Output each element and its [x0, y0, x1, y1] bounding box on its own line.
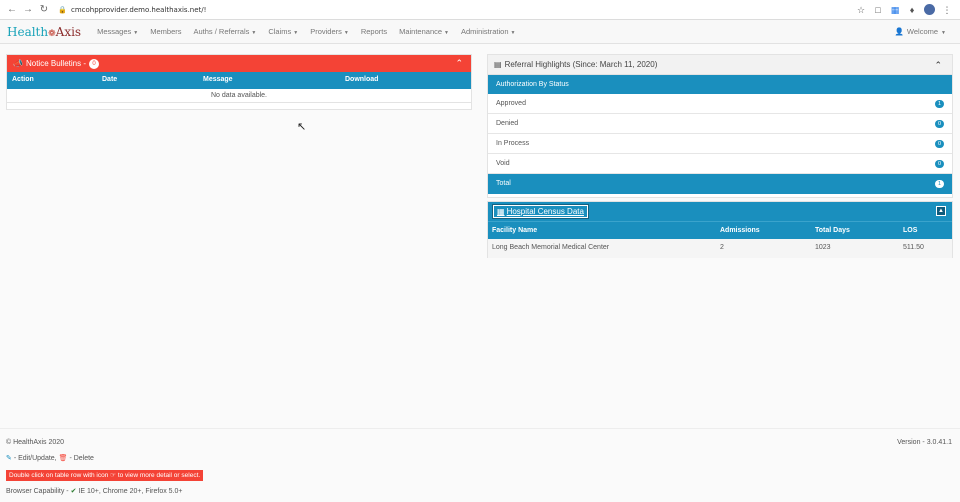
- cell-los: 511.50: [903, 244, 924, 251]
- browser-capability-label: Browser Capability -: [6, 488, 69, 495]
- referral-highlights-header[interactable]: ▤ Referral Highlights (Since: March 11, …: [488, 55, 952, 75]
- cell-admissions: 2: [720, 244, 724, 251]
- nav-claims[interactable]: Claims ▼: [268, 27, 298, 36]
- version-text: Version - 3.0.41.1: [897, 439, 952, 446]
- nav-providers[interactable]: Providers ▼: [310, 27, 349, 36]
- notice-bulletins-panel: 📣 Notice Bulletins - 0 ⌃ Action Date Mes…: [6, 54, 472, 110]
- card-icon: ▤: [494, 60, 502, 69]
- nav-auths-referrals[interactable]: Auths / Referrals ▼: [194, 27, 257, 36]
- status-count-badge: 0: [935, 140, 944, 148]
- copyright-text: © HealthAxis 2020: [6, 439, 65, 446]
- building-icon: ▦: [497, 207, 505, 216]
- back-icon[interactable]: ←: [6, 4, 18, 16]
- status-label: Denied: [496, 120, 519, 127]
- no-data-message: No data available.: [7, 89, 471, 103]
- notice-count-badge: 0: [89, 58, 99, 69]
- megaphone-icon: 📣: [13, 59, 23, 68]
- cell-total-days: 1023: [815, 244, 831, 251]
- nav-reports[interactable]: Reports: [361, 27, 387, 36]
- browser-menu-icon[interactable]: ⋮: [942, 5, 952, 15]
- hospital-census-panel: ▦ Hospital Census Data ▲ Facility Name Ad…: [487, 201, 953, 258]
- legend-edit-text: - Edit/Update,: [13, 455, 57, 462]
- caret-down-icon: ▼: [444, 30, 449, 36]
- extension-grid-icon[interactable]: ▦: [890, 5, 900, 15]
- column-total-days[interactable]: Total Days: [815, 227, 850, 234]
- puzzle-icon[interactable]: ♦: [907, 5, 917, 15]
- notice-bulletins-title: Notice Bulletins -: [25, 59, 86, 68]
- notice-table-header: Action Date Message Download: [7, 72, 471, 89]
- total-label: Total: [496, 180, 511, 187]
- table-row[interactable]: Long Beach Memorial Medical Center 2 102…: [488, 239, 952, 258]
- edit-icon: ✎: [6, 455, 12, 462]
- status-count-badge: 0: [935, 160, 944, 168]
- mouse-cursor-icon: ↖: [297, 121, 307, 133]
- page-footer: © HealthAxis 2020 Version - 3.0.41.1 ✎ -…: [0, 428, 960, 502]
- lock-icon: 🔒: [58, 6, 67, 14]
- caret-down-icon: ▼: [251, 30, 257, 36]
- cell-facility-name: Long Beach Memorial Medical Center: [492, 244, 610, 251]
- status-row-void[interactable]: Void 0: [488, 154, 952, 174]
- status-count-badge: 0: [935, 120, 944, 128]
- browser-capability: Browser Capability - ✔ IE 10+, Chrome 20…: [6, 487, 183, 495]
- status-label: In Process: [496, 140, 530, 147]
- authorization-by-status-header: Authorization By Status: [488, 75, 952, 94]
- user-icon: 👤: [894, 27, 904, 36]
- nav-maintenance[interactable]: Maintenance ▼: [399, 27, 449, 36]
- status-row-in-process[interactable]: In Process 0: [488, 134, 952, 154]
- column-facility-name[interactable]: Facility Name: [492, 227, 537, 234]
- notice-bulletins-header[interactable]: 📣 Notice Bulletins - 0 ⌃: [7, 55, 471, 72]
- status-row-total[interactable]: Total 1: [488, 174, 952, 194]
- caret-down-icon: ▼: [510, 30, 516, 36]
- referral-highlights-title: Referral Highlights (Since: March 11, 20…: [504, 60, 658, 69]
- status-row-denied[interactable]: Denied 0: [488, 114, 952, 134]
- nav-messages[interactable]: Messages ▼: [97, 27, 138, 36]
- profile-avatar-icon[interactable]: [924, 4, 935, 15]
- hand-pointer-icon: ☞: [110, 472, 116, 479]
- bookmark-star-icon[interactable]: ☆: [856, 5, 866, 15]
- chevron-up-icon[interactable]: ⌃: [934, 60, 942, 71]
- check-icon: ✔: [70, 488, 77, 495]
- nav-members[interactable]: Members: [150, 27, 181, 36]
- caret-down-icon: ▼: [343, 30, 349, 36]
- column-action[interactable]: Action: [12, 76, 34, 83]
- census-table-header: Facility Name Admissions Total Days LOS: [488, 221, 952, 239]
- hint-text-before: Double click on table row with icon: [9, 472, 109, 479]
- icon-legend: ✎ - Edit/Update, 🗑 - Delete: [6, 454, 94, 462]
- chevron-up-icon[interactable]: ⌃: [455, 58, 463, 69]
- status-label: Void: [496, 160, 510, 167]
- hint-text-after: to view more detail or select.: [117, 472, 201, 479]
- census-title-text: Hospital Census Data: [506, 207, 584, 216]
- status-count-badge: 1: [935, 100, 944, 108]
- collapse-icon[interactable]: ▲: [936, 206, 946, 216]
- column-los[interactable]: LOS: [903, 227, 917, 234]
- column-message[interactable]: Message: [203, 76, 233, 83]
- browser-capability-text: IE 10+, Chrome 20+, Firefox 5.0+: [78, 488, 183, 495]
- browser-toolbar: ← → ↻ 🔒 cmcohpprovider.demo.healthaxis.n…: [0, 0, 960, 20]
- trash-icon: 🗑: [58, 455, 68, 462]
- caret-down-icon: ▼: [133, 30, 139, 36]
- forward-icon[interactable]: →: [22, 4, 34, 16]
- column-download[interactable]: Download: [345, 76, 378, 83]
- app-navbar: Health❁Axis Messages ▼ Members Auths / Re…: [0, 20, 960, 44]
- column-date[interactable]: Date: [102, 76, 117, 83]
- caret-down-icon: ▼: [293, 30, 299, 36]
- column-admissions[interactable]: Admissions: [720, 227, 760, 234]
- double-click-hint: Double click on table row with icon ☞ to…: [6, 470, 204, 481]
- status-row-approved[interactable]: Approved 1: [488, 94, 952, 114]
- hospital-census-title-link[interactable]: ▦ Hospital Census Data: [492, 204, 589, 219]
- legend-delete-text: - Delete: [69, 455, 94, 462]
- referral-highlights-panel: ▤ Referral Highlights (Since: March 11, …: [487, 54, 953, 198]
- welcome-menu[interactable]: 👤 Welcome ▼: [895, 27, 946, 36]
- total-count-badge: 1: [935, 180, 944, 188]
- hospital-census-header: ▦ Hospital Census Data ▲: [488, 202, 952, 221]
- address-bar[interactable]: cmcohpprovider.demo.healthaxis.net/!: [71, 6, 206, 14]
- caret-down-icon: ▼: [941, 30, 946, 36]
- extension-icon[interactable]: □: [873, 5, 883, 15]
- healthaxis-logo[interactable]: Health❁Axis: [7, 25, 81, 39]
- reload-icon[interactable]: ↻: [38, 4, 50, 16]
- nav-administration[interactable]: Administration ▼: [461, 27, 515, 36]
- status-label: Approved: [496, 100, 526, 107]
